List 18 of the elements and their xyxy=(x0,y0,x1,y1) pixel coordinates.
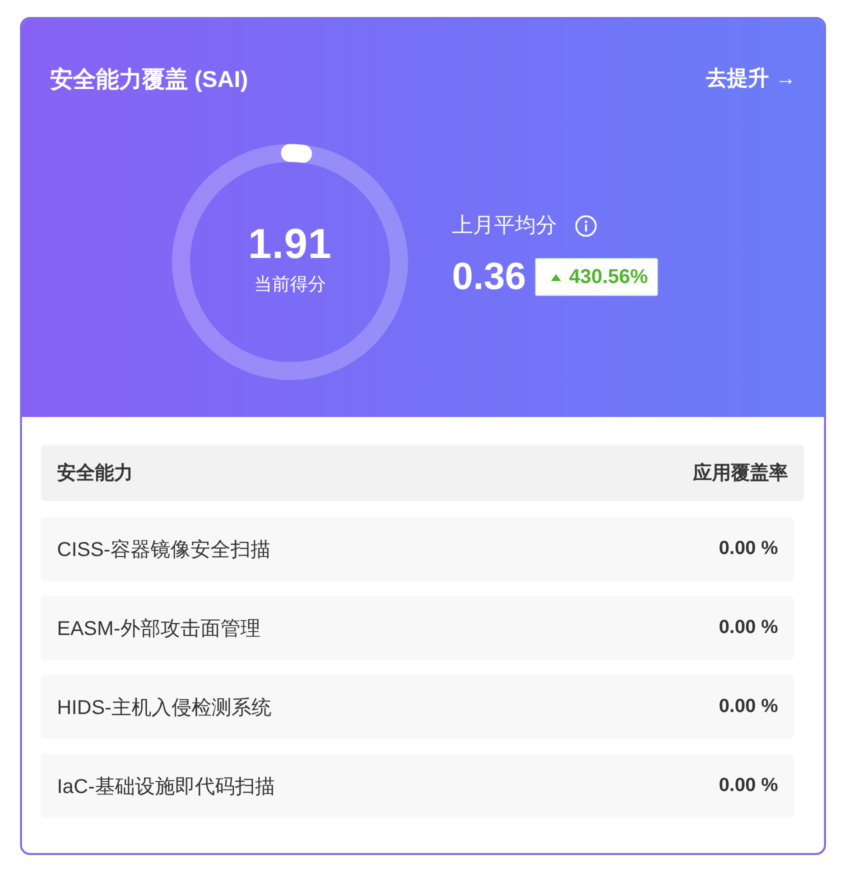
current-score-label: 当前得分 xyxy=(254,273,326,296)
capability-name: CISS-容器镜像安全扫描 xyxy=(57,538,270,562)
column-header: 安全能力 xyxy=(57,462,133,486)
average-score: 0.36 xyxy=(452,255,526,299)
current-score: 1.91 xyxy=(248,221,332,267)
column-header: 应用覆盖率 xyxy=(693,461,788,486)
info-icon[interactable] xyxy=(575,215,597,237)
coverage-rate: 0.00 % xyxy=(718,696,778,718)
change-percent: 430.56% xyxy=(568,265,648,290)
coverage-rate: 0.00 % xyxy=(718,617,778,639)
capability-name: EASM-外部攻击面管理 xyxy=(57,616,260,642)
capability-name: IaC-基础设施即代码扫描 xyxy=(57,774,275,800)
average-score-label: 上月平均分 xyxy=(452,213,557,239)
capability-name: HIDS-主机入侵检测系统 xyxy=(57,696,272,720)
improve-link[interactable]: 去提升 → xyxy=(706,64,796,94)
coverage-rate: 0.00 % xyxy=(718,775,778,797)
coverage-rate: 0.00 % xyxy=(718,538,778,560)
card-title: 安全能力覆盖 (SAI) xyxy=(50,65,248,94)
